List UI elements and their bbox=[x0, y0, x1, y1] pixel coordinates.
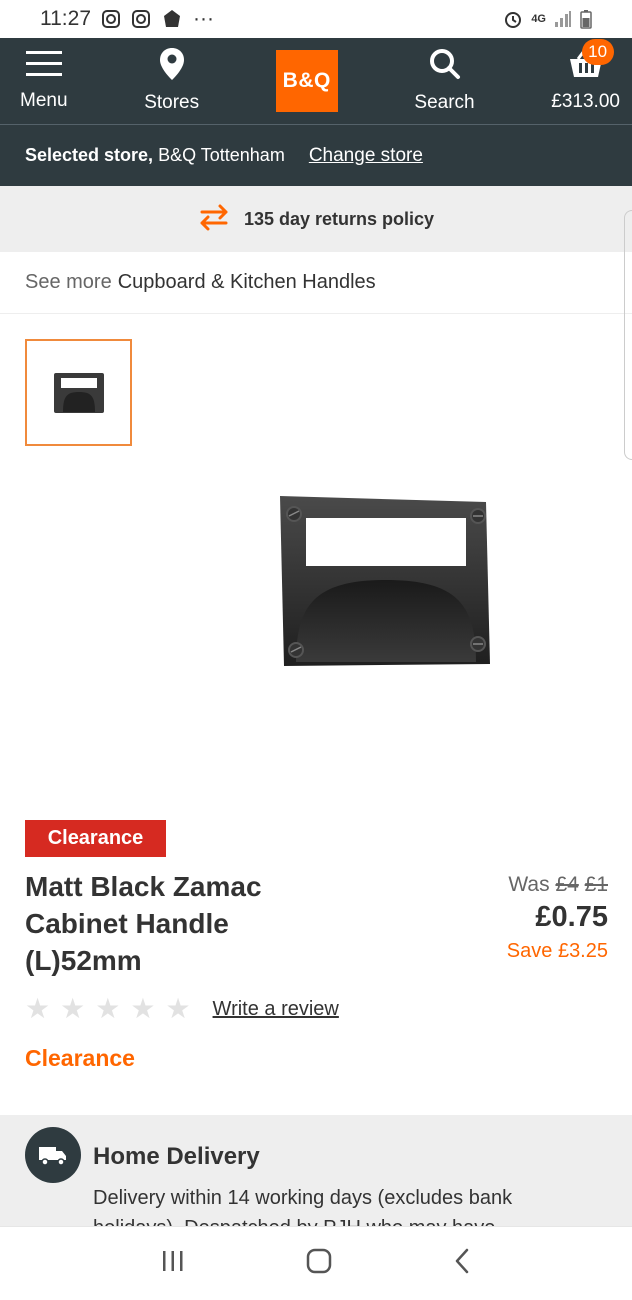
status-time: 11:27 bbox=[40, 7, 91, 30]
change-store-link[interactable]: Change store bbox=[309, 145, 423, 167]
back-icon[interactable] bbox=[452, 1247, 472, 1280]
returns-policy-text: 135 day returns policy bbox=[243, 208, 435, 229]
home-icon[interactable] bbox=[305, 1247, 333, 1280]
search-icon bbox=[429, 48, 461, 86]
scroll-edge-handle[interactable] bbox=[624, 210, 632, 460]
price-box: Was £4 £1 £0.75 Save £3.25 bbox=[507, 873, 608, 963]
basket-total: £313.00 bbox=[551, 91, 620, 112]
write-review-link[interactable]: Write a review bbox=[213, 998, 339, 1021]
status-more: ··· bbox=[193, 7, 214, 30]
was-label: Was bbox=[508, 873, 550, 896]
basket-icon bbox=[568, 50, 604, 84]
instagram-icon-2 bbox=[131, 9, 151, 29]
was-price: Was £4 £1 bbox=[507, 873, 608, 897]
network-type: 4G bbox=[531, 13, 546, 25]
selected-store-text: Selected store, B&Q Tottenham bbox=[25, 145, 285, 166]
search-button[interactable]: Search bbox=[414, 48, 475, 114]
recent-apps-icon[interactable] bbox=[160, 1249, 186, 1278]
basket-icon-wrap: 10 bbox=[568, 39, 614, 85]
hamburger-icon bbox=[25, 50, 62, 84]
bank-app-icon bbox=[161, 8, 183, 30]
rating-row: ★ ★ ★ ★ ★ Write a review bbox=[25, 995, 339, 1023]
current-price: £0.75 bbox=[535, 901, 608, 933]
product-thumbnail[interactable] bbox=[25, 339, 132, 446]
menu-label: Menu bbox=[20, 90, 68, 111]
alarm-icon bbox=[503, 9, 523, 29]
app-header: Menu Stores B&Q Search 10 £313.00 bbox=[0, 38, 632, 124]
stores-label: Stores bbox=[144, 92, 200, 113]
handle-thumbnail-image bbox=[53, 372, 104, 413]
delivery-title: Home Delivery bbox=[93, 1143, 260, 1170]
handle-image bbox=[280, 496, 490, 666]
stores-button[interactable]: Stores bbox=[144, 48, 199, 114]
menu-button[interactable]: Menu bbox=[20, 50, 68, 112]
star-icon: ★ bbox=[95, 993, 121, 1024]
system-navigation-bar bbox=[0, 1226, 632, 1300]
instagram-icon bbox=[101, 9, 121, 29]
signal-icon bbox=[554, 11, 572, 27]
delivery-truck-icon bbox=[25, 1127, 81, 1183]
product-title: Matt Black Zamac Cabinet Handle (L)52mm bbox=[25, 871, 262, 976]
clearance-badge: Clearance bbox=[25, 820, 166, 857]
basket-button[interactable]: 10 £313.00 bbox=[551, 39, 620, 113]
was-price-old-2: £1 bbox=[584, 873, 608, 896]
delivery-text: Delivery within 14 working days (exclude… bbox=[93, 1187, 513, 1230]
star-icon: ★ bbox=[25, 993, 51, 1024]
home-delivery-panel: Home Delivery Delivery within 14 working… bbox=[0, 1115, 632, 1230]
was-price-old-1: £4 bbox=[555, 873, 579, 896]
see-more-category: Cupboard & Kitchen Handles bbox=[117, 271, 376, 293]
selected-store-bar: Selected store, B&Q Tottenham Change sto… bbox=[0, 124, 632, 186]
product-gallery bbox=[0, 314, 632, 809]
status-bar: 11:27 ··· 4G bbox=[0, 0, 632, 38]
returns-policy-bar[interactable]: 135 day returns policy bbox=[0, 186, 632, 252]
see-more-link[interactable]: See more Cupboard & Kitchen Handles bbox=[0, 252, 632, 314]
status-left: 11:27 ··· bbox=[40, 7, 214, 31]
basket-count-badge: 10 bbox=[581, 39, 614, 65]
selected-store-prefix: Selected store, bbox=[25, 145, 154, 165]
battery-icon bbox=[580, 9, 592, 29]
search-label: Search bbox=[414, 92, 475, 113]
save-amount: Save £3.25 bbox=[506, 940, 608, 962]
product-main-image[interactable] bbox=[276, 494, 492, 673]
returns-arrows-icon bbox=[198, 203, 230, 236]
bq-logo[interactable]: B&Q bbox=[275, 50, 338, 112]
status-right: 4G bbox=[503, 9, 592, 29]
star-icon: ★ bbox=[130, 993, 156, 1024]
location-pin-icon bbox=[159, 48, 184, 86]
star-icon: ★ bbox=[60, 993, 86, 1024]
star-icon: ★ bbox=[165, 993, 191, 1024]
clearance-text: Clearance bbox=[25, 1045, 135, 1071]
see-more-prefix: See more bbox=[25, 271, 112, 293]
selected-store-name: B&Q Tottenham bbox=[158, 145, 285, 165]
